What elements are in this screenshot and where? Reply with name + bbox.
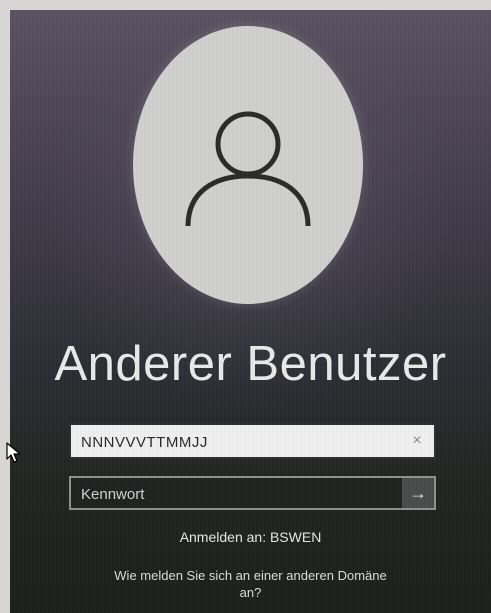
other-domain-link[interactable]: Wie melden Sie sich an einer anderen Dom… (110, 567, 391, 601)
sign-in-domain-text: Anmelden an: BSWEN (179, 529, 322, 545)
user-display-name: Anderer Benutzer (54, 337, 447, 391)
clear-username-button[interactable]: × (406, 430, 428, 452)
lock-screen: Anderer Benutzer × → Anmelden an: BSWEN … (10, 10, 491, 613)
user-avatar (133, 26, 363, 304)
mouse-pointer-icon (6, 442, 21, 463)
password-input[interactable] (79, 478, 363, 510)
submit-button[interactable]: → (402, 478, 434, 508)
username-input[interactable] (79, 425, 403, 459)
username-field[interactable]: × (69, 423, 436, 459)
user-silhouette-icon (185, 111, 311, 227)
password-field[interactable]: → (69, 476, 436, 510)
